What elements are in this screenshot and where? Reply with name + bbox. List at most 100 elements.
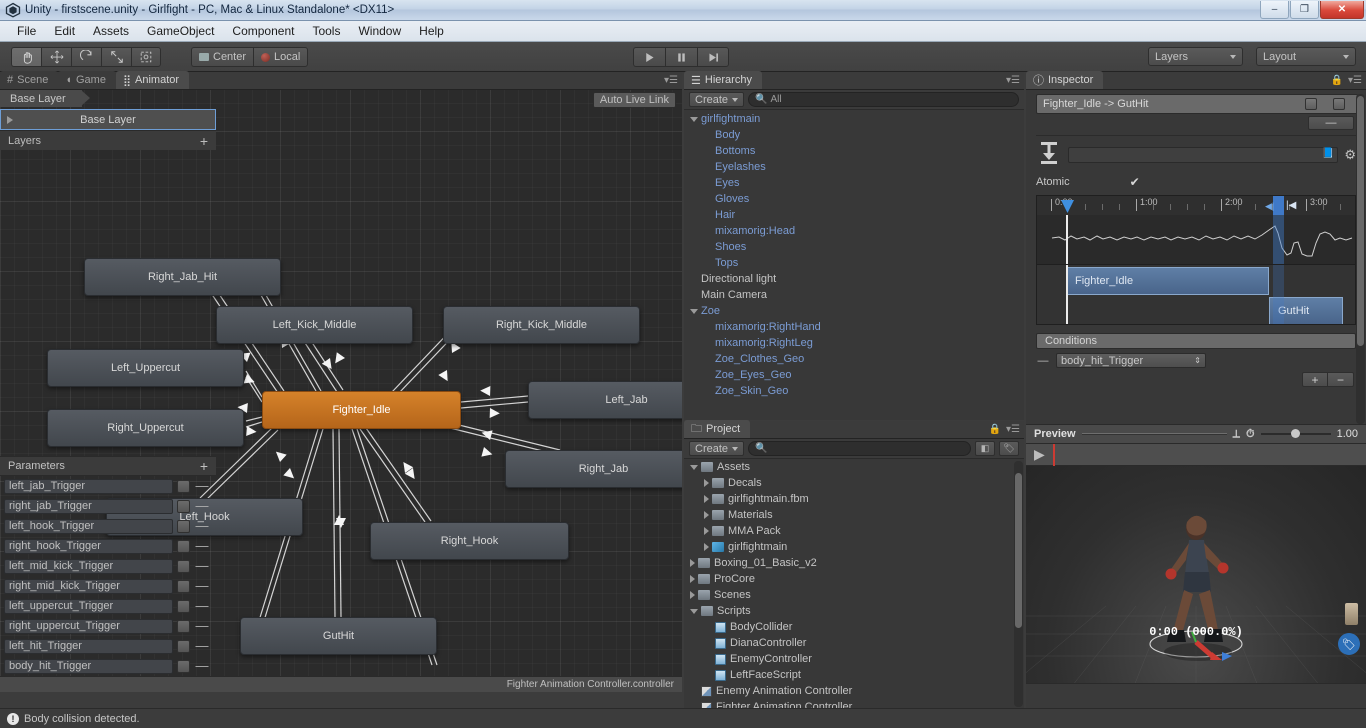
inspector-tab-menu[interactable]: 🔒 ▾☰ [1331,75,1362,86]
hierarchy-item-directional-light[interactable]: Directional light [684,271,1024,287]
atomic-checkbox[interactable]: ✔ [1130,175,1140,189]
tab-game[interactable]: ◖ Game [58,71,116,89]
menu-tools[interactable]: Tools [303,22,349,40]
move-tool-button[interactable] [41,47,71,67]
project-item-materials[interactable]: Materials [684,507,1024,523]
inspector-scrollbar[interactable] [1356,94,1365,424]
parameter-trigger-toggle[interactable] [177,519,190,533]
project-item-leftfacescript[interactable]: LeftFaceScript [684,667,1024,683]
hierarchy-item-eyelashes[interactable]: Eyelashes [684,159,1024,175]
scale-tool-button[interactable] [101,47,131,67]
chevron-down-icon[interactable] [690,464,698,470]
chevron-right-icon[interactable] [704,495,709,503]
parameter-row[interactable]: body_hit_Trigger — [0,656,216,676]
parameter-name-field[interactable]: right_jab_Trigger [4,498,173,514]
add-layer-button[interactable]: + [200,134,208,148]
transition-toggle-2[interactable] [1333,98,1345,110]
menu-edit[interactable]: Edit [45,22,84,40]
parameter-name-field[interactable]: right_mid_kick_Trigger [4,578,173,594]
restore-button[interactable]: ❐ [1290,1,1319,19]
parameter-trigger-toggle[interactable] [177,659,190,673]
remove-parameter-button[interactable]: — [194,479,210,492]
transition-timeline-ruler[interactable]: 0:00 1:00 2:00 3:00 ◀| |◀ [1036,195,1356,215]
transition-duration-handle[interactable] [1273,196,1284,215]
hierarchy-item-mixamorig-righthand[interactable]: mixamorig:RightHand [684,319,1024,335]
menu-help[interactable]: Help [410,22,453,40]
menu-file[interactable]: File [8,22,45,40]
project-create-button[interactable]: Create [689,441,745,456]
filter-by-type-button[interactable]: ◧ [975,441,995,456]
transition-start-marker[interactable]: ◀| [1265,201,1274,212]
collapse-transition-button[interactable]: — [1308,116,1354,130]
step-button[interactable] [697,47,729,67]
preview-playbar[interactable]: ▶ [1026,443,1366,466]
hierarchy-create-button[interactable]: Create [689,92,745,107]
hamburger-icon[interactable]: ▾☰ [1348,75,1362,86]
parameter-row[interactable]: right_jab_Trigger — [0,496,216,516]
project-item-girlfightmain-fbm[interactable]: girlfightmain.fbm [684,491,1024,507]
transition-title-bar[interactable]: Fighter_Idle -> GutHit [1036,94,1358,114]
state-node-fighter-idle[interactable]: Fighter_Idle [262,391,461,429]
hierarchy-tree[interactable]: girlfightmain Body Bottoms Eyelashes Eye… [684,111,1024,420]
project-search-input[interactable]: 🔍 [748,441,971,456]
clip-playhead[interactable] [1066,265,1068,324]
parameter-trigger-toggle[interactable] [177,579,190,593]
hierarchy-item-mixamorig-rightleg[interactable]: mixamorig:RightLeg [684,335,1024,351]
hand-tool-button[interactable] [11,47,41,67]
parameter-trigger-toggle[interactable] [177,619,190,633]
parameter-row[interactable]: right_hook_Trigger — [0,536,216,556]
hierarchy-item-gloves[interactable]: Gloves [684,191,1024,207]
project-item-assets[interactable]: Assets [684,459,1024,475]
parameter-name-field[interactable]: right_hook_Trigger [4,538,173,554]
project-tab-menu[interactable]: 🔒 ▾☰ [989,424,1020,435]
hierarchy-tab-menu[interactable]: ▾☰ [1006,75,1020,86]
animator-graph-canvas[interactable]: Base Layer Auto Live Link Right_Jab_Hit … [0,90,682,692]
close-button[interactable]: ✕ [1320,1,1364,19]
hierarchy-item-girlfightmain[interactable]: girlfightmain [684,111,1024,127]
hierarchy-item-eyes[interactable]: Eyes [684,175,1024,191]
parameter-row[interactable]: left_hit_Trigger — [0,636,216,656]
hierarchy-item-zoe-skin-geo[interactable]: Zoe_Skin_Geo [684,383,1024,399]
add-parameter-button[interactable]: + [200,459,208,473]
animator-tab-menu[interactable]: ▾☰ [664,75,678,86]
layer-item-base[interactable]: Base Layer [0,109,216,130]
tab-inspector[interactable]: ⓘ Inspector [1026,71,1104,89]
transition-motion-field[interactable]: 📘 [1068,146,1339,163]
parameter-row[interactable]: right_uppercut_Trigger — [0,616,216,636]
state-node-right-jab-hit[interactable]: Right_Jab_Hit [84,258,281,296]
project-item-mma-pack[interactable]: MMA Pack [684,523,1024,539]
parameter-row[interactable]: left_jab_Trigger — [0,476,216,496]
transition-clip-area[interactable]: Fighter_Idle GutHit [1036,265,1356,325]
remove-parameter-button[interactable]: — [194,579,210,592]
parameter-name-field[interactable]: left_jab_Trigger [4,478,173,494]
remove-parameter-button[interactable]: — [194,639,210,652]
hierarchy-item-zoe-eyes-geo[interactable]: Zoe_Eyes_Geo [684,367,1024,383]
remove-parameter-button[interactable]: — [194,559,210,572]
state-node-right-jab[interactable]: Right_Jab [505,450,682,488]
tab-scene[interactable]: # Scene [0,71,59,89]
chevron-right-icon[interactable] [704,511,709,519]
playback-speed-slider[interactable] [1260,429,1331,438]
space-mode-button[interactable]: Local [253,47,309,67]
hierarchy-item-tops[interactable]: Tops [684,255,1024,271]
hierarchy-item-zoe-clothes-geo[interactable]: Zoe_Clothes_Geo [684,351,1024,367]
chevron-right-icon[interactable] [704,479,709,487]
tab-project[interactable]: 🗀 Project [684,420,751,438]
transition-toggle-1[interactable] [1305,98,1317,110]
avatar-icon[interactable] [1345,603,1358,625]
condition-parameter-dropdown[interactable]: body_hit_Trigger ⇕ [1056,353,1206,368]
state-node-guthit[interactable]: GutHit [240,617,437,655]
play-button[interactable] [633,47,665,67]
hamburger-icon[interactable]: ▾☰ [1006,424,1020,435]
preview-play-button[interactable]: ▶ [1026,446,1053,463]
menu-assets[interactable]: Assets [84,22,138,40]
filter-by-label-button[interactable]: 🏷 [999,441,1019,456]
project-item-dianacontroller[interactable]: DianaController [684,635,1024,651]
menu-component[interactable]: Component [223,22,303,40]
project-item-scripts[interactable]: Scripts [684,603,1024,619]
project-item-procore[interactable]: ProCore [684,571,1024,587]
tab-animator[interactable]: ⣿ Animator [115,71,190,89]
chevron-down-icon[interactable] [690,608,698,614]
transition-curve-area[interactable] [1036,215,1356,265]
parameter-row[interactable]: left_mid_kick_Trigger — [0,556,216,576]
